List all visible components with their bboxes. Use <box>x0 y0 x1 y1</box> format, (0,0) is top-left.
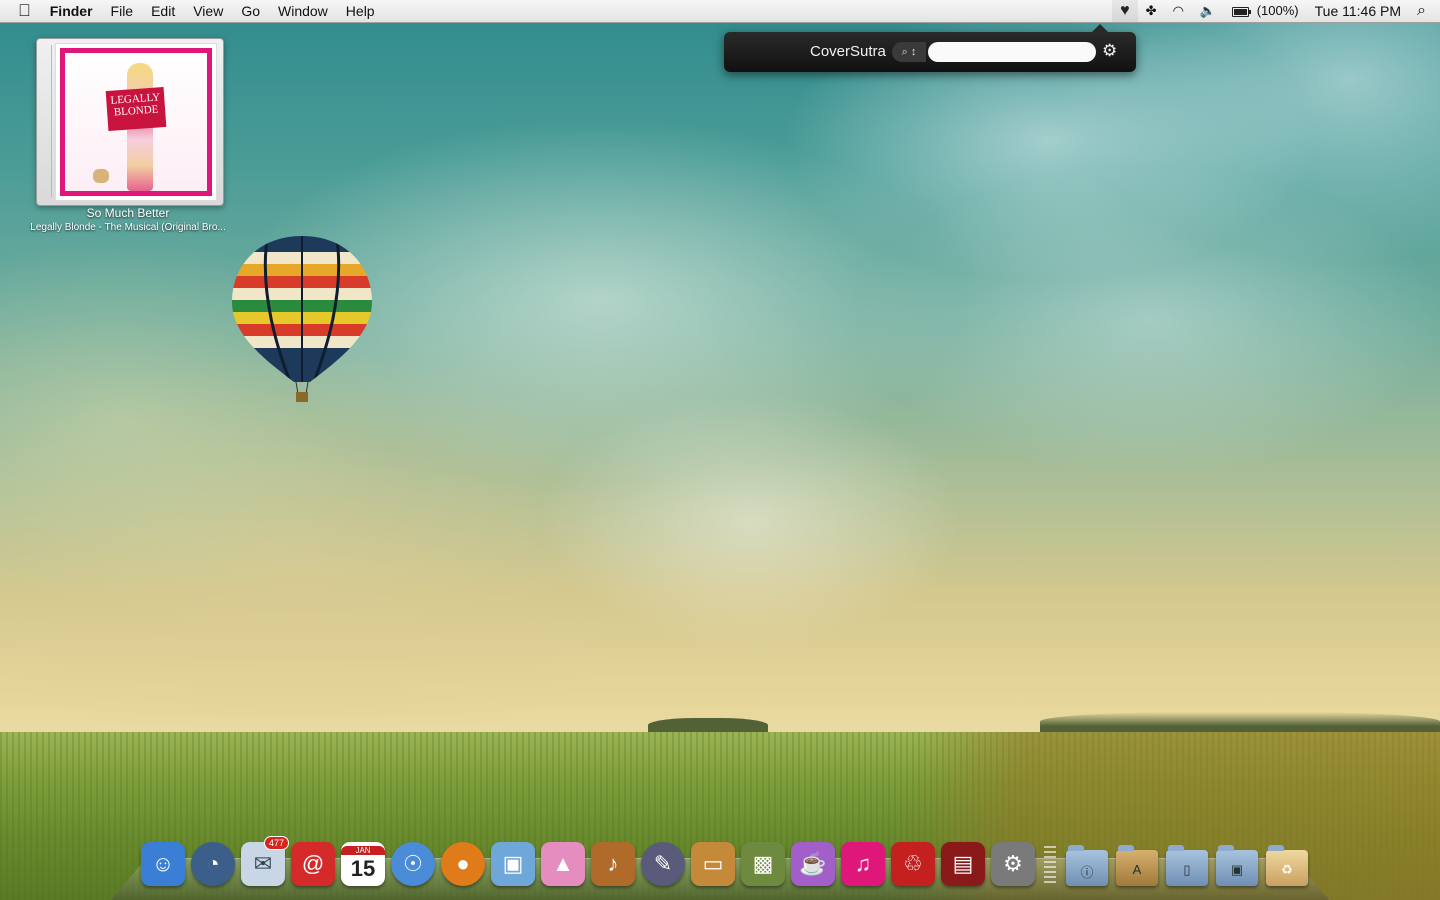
address-book-icon: @ <box>301 851 325 876</box>
ghost-icon: ▲ <box>552 851 574 876</box>
photo-booth-dock-icon[interactable]: ▤ <box>941 842 985 886</box>
app-menu-finder[interactable]: Finder <box>41 0 102 22</box>
cup-icon: ☕ <box>799 851 827 876</box>
documents-folder-stack[interactable]: ▯ <box>1166 845 1208 886</box>
camera-icon: ▣ <box>1230 862 1244 877</box>
coversutra-search-input[interactable] <box>928 42 1096 62</box>
downloads-folder-stack[interactable]: A <box>1116 845 1158 886</box>
calendar-month: JAN <box>341 845 385 855</box>
jewel-case-spine <box>41 45 52 197</box>
apple-menu-icon[interactable]:  <box>0 0 41 22</box>
now-playing-album-widget[interactable]: LEGALLY BLONDE <box>36 38 224 206</box>
cover-logo-text: LEGALLY BLONDE <box>105 87 167 131</box>
film-strip-icon: ▤ <box>952 851 974 876</box>
battery-status[interactable]: (100%) <box>1224 0 1307 22</box>
battery-percent: (100%) <box>1256 3 1299 18</box>
cover-dog <box>93 169 109 183</box>
music-note-icon: ♫ <box>854 851 872 876</box>
gear-icon[interactable]: ⚙ <box>1102 41 1117 61</box>
podium-icon: ▭ <box>702 851 724 876</box>
applications-folder-stack[interactable]: ⓘ <box>1066 845 1108 886</box>
preview-icon: ▣ <box>502 851 524 876</box>
dock: ☺ ◔ ✉ 477 @ JAN 15 ☉ ● ▣ ▲ ♪ ✎ ▭ ▩ ☕ ♫ ♲… <box>138 834 1312 886</box>
desktop-wallpaper:  Finder File Edit View Go Window Help ♥… <box>0 0 1440 900</box>
menu-bar:  Finder File Edit View Go Window Help ♥… <box>0 0 1440 23</box>
volume-icon[interactable]: 🔈 <box>1192 0 1224 22</box>
calendar-dock-icon[interactable]: JAN 15 <box>341 842 385 886</box>
gear-icon: ⚙ <box>1003 851 1023 876</box>
preview-dock-icon[interactable]: ▣ <box>491 842 535 886</box>
coversutra-heart-icon[interactable]: ♥ <box>1112 0 1138 22</box>
system-preferences-dock-icon[interactable]: ⚙ <box>991 842 1035 886</box>
hot-air-balloon <box>232 236 372 402</box>
track-title: So Much Better <box>86 206 170 220</box>
menu-file[interactable]: File <box>102 0 143 22</box>
mail-icon: ✉ <box>253 851 273 876</box>
trash-dock-icon[interactable]: ♻ <box>1266 845 1308 886</box>
dashboard-dock-icon[interactable]: ◔ <box>191 842 235 886</box>
ghost-app-dock-icon[interactable]: ▲ <box>541 842 585 886</box>
iphoto-dock-icon[interactable]: ▩ <box>741 842 785 886</box>
calendar-day: 15 <box>350 855 376 881</box>
slushie-dock-icon[interactable]: ☕ <box>791 842 835 886</box>
itunes-cover-dock-icon[interactable]: ♫ <box>841 842 885 886</box>
front-row-dock-icon[interactable]: ♲ <box>891 842 935 886</box>
battery-icon <box>1232 6 1252 17</box>
app-store-icon: A <box>1132 862 1142 877</box>
pen-icon: ✎ <box>653 851 673 876</box>
firefox-icon: ● <box>456 851 470 876</box>
dashboard-icon: ◔ <box>206 851 220 876</box>
garageband-dock-icon[interactable]: ♪ <box>591 842 635 886</box>
menubar-clock[interactable]: Tue 11:46 PM <box>1307 0 1409 22</box>
finder-icon: ☺ <box>151 851 175 876</box>
menu-go[interactable]: Go <box>232 0 269 22</box>
spotlight-search-icon[interactable]: ⌕ <box>1409 0 1440 22</box>
safari-dock-icon[interactable]: ☉ <box>391 842 435 886</box>
finder-dock-icon[interactable]: ☺ <box>141 842 185 886</box>
coversutra-search-panel: CoverSutra ⌕ ↕ ⚙ <box>724 24 1136 72</box>
menu-help[interactable]: Help <box>337 0 384 22</box>
menu-window[interactable]: Window <box>269 0 337 22</box>
mail-unread-badge: 477 <box>263 836 289 850</box>
chair-icon: ♲ <box>903 851 923 876</box>
recycle-icon: ♻ <box>1281 862 1293 877</box>
menu-view[interactable]: View <box>184 0 232 22</box>
keynote-dock-icon[interactable]: ▭ <box>691 842 735 886</box>
mail-dock-icon[interactable]: ✉ 477 <box>241 836 289 886</box>
search-scope-icon[interactable]: ⌕ ↕ <box>892 42 926 62</box>
sync-icon[interactable]: ✤ <box>1138 0 1165 22</box>
coversutra-title: CoverSutra <box>810 43 886 60</box>
pictures-folder-stack[interactable]: ▣ <box>1216 845 1258 886</box>
drawing-app-dock-icon[interactable]: ✎ <box>641 842 685 886</box>
album-cover-frame: LEGALLY BLONDE <box>60 48 212 196</box>
document-icon: ▯ <box>1183 862 1191 877</box>
menu-edit[interactable]: Edit <box>142 0 184 22</box>
status-area: ♥ ✤ ◠ 🔈 (100%) Tue 11:46 PM ⌕ <box>1112 0 1440 22</box>
dock-separator[interactable] <box>1044 846 1056 886</box>
firefox-dock-icon[interactable]: ● <box>441 842 485 886</box>
applications-icon: ⓘ <box>1080 865 1094 880</box>
compass-icon: ☉ <box>403 851 423 876</box>
album-title: Legally Blonde - The Musical (Original B… <box>30 222 226 233</box>
now-playing-caption: So Much Better Legally Blonde - The Musi… <box>0 206 256 233</box>
guitar-icon: ♪ <box>607 851 619 876</box>
wifi-icon[interactable]: ◠ <box>1165 0 1192 22</box>
address-book-dock-icon[interactable]: @ <box>291 842 335 886</box>
album-cover[interactable]: LEGALLY BLONDE <box>55 43 217 201</box>
photo-frame-icon: ▩ <box>752 851 774 876</box>
